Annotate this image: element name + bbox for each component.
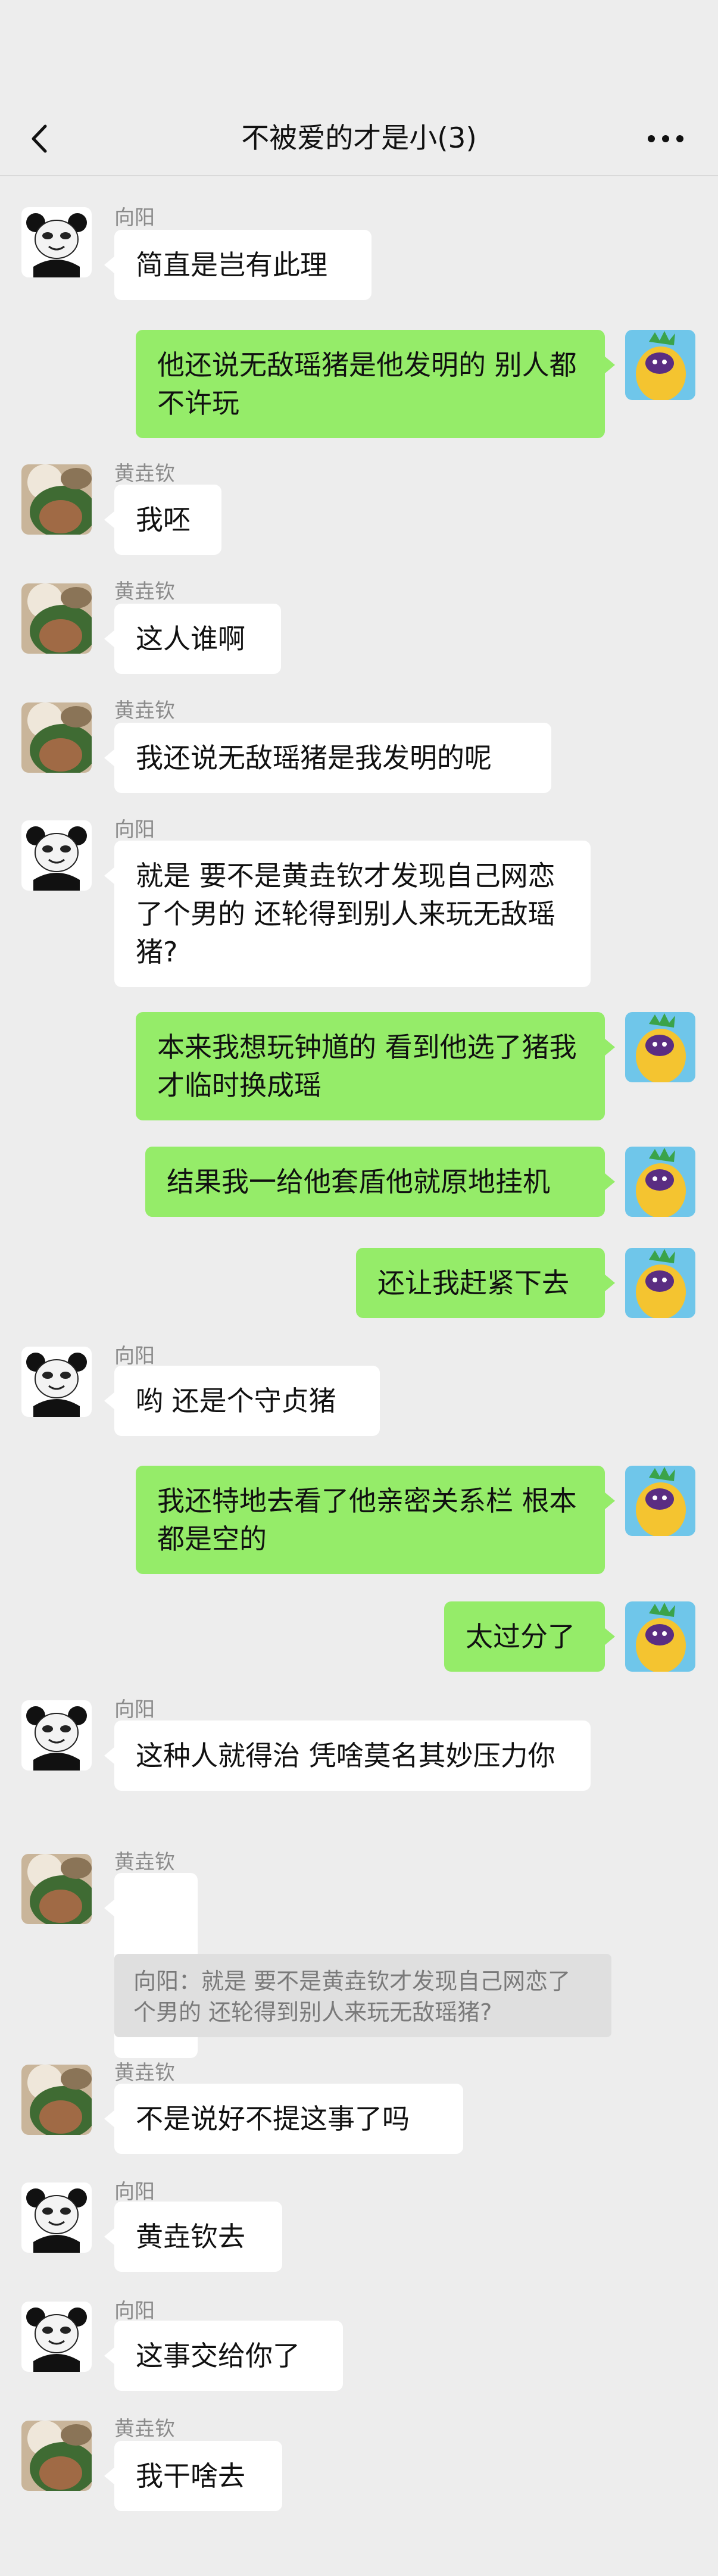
message-bubble[interactable]: 太过分了 <box>444 1601 615 1672</box>
message-bubble[interactable]: 还让我赶紧下去 <box>356 1248 615 1318</box>
avatar-self[interactable] <box>625 1601 695 1672</box>
message-bubble[interactable]: 我呸 <box>104 485 221 555</box>
avatar-huang[interactable] <box>21 2065 92 2135</box>
avatar-xiangyang[interactable] <box>21 820 92 891</box>
chat-title: 不被爱的才是小(3) <box>241 122 477 155</box>
message-bubble[interactable]: 结果我一给他套盾他就原地挂机 <box>145 1147 615 1217</box>
message-bubble[interactable]: 就是 要不是黄垚钦才发现自己网恋了个男的 还轮得到别人来玩无敌瑶猪? <box>104 841 591 987</box>
message-bubble[interactable]: 这事交给你了 <box>104 2321 343 2391</box>
sender-name: 向阳 <box>114 1344 155 1368</box>
sender-name: 向阳 <box>114 2180 155 2204</box>
avatar-self[interactable] <box>625 1248 695 1318</box>
sender-name: 黄垚钦 <box>114 580 175 604</box>
sender-name: 黄垚钦 <box>114 2061 175 2085</box>
message-bubble[interactable]: 黄垚钦去 <box>104 2202 282 2272</box>
sender-name: 向阳 <box>114 1698 155 1722</box>
message-bubble[interactable]: 我干啥去 <box>104 2441 282 2511</box>
more-button[interactable] <box>642 118 689 160</box>
sender-name: 黄垚钦 <box>114 699 175 723</box>
sender-name: 黄垚钦 <box>114 1850 175 1874</box>
message-bubble[interactable]: 这种人就得治 凭啥莫名其妙压力你 <box>104 1721 591 1791</box>
avatar-huang[interactable] <box>21 464 92 535</box>
message-bubble[interactable]: 不是说好不提这事了吗 <box>104 2084 463 2154</box>
ellipsis-icon <box>648 135 683 142</box>
message-bubble[interactable]: 本来我想玩钟馗的 看到他选了猪我才临时换成瑶 <box>136 1012 615 1120</box>
status-bar <box>0 0 718 105</box>
avatar-self[interactable] <box>625 1147 695 1217</box>
avatar-self[interactable] <box>625 1466 695 1536</box>
avatar-huang[interactable] <box>21 1854 92 1924</box>
quoted-message[interactable]: 向阳：就是 要不是黄垚钦才发现自己网恋了个男的 还轮得到别人来玩无敌瑶猪? <box>114 1954 611 2037</box>
avatar-xiangyang[interactable] <box>21 1347 92 1417</box>
message-bubble[interactable]: 他还说无敌瑶猪是他发明的 别人都不许玩 <box>136 330 615 438</box>
message-bubble[interactable]: 哟 还是个守贞猪 <box>104 1366 380 1436</box>
chat-header: 不被爱的才是小(3) <box>0 105 718 176</box>
sender-name: 向阳 <box>114 818 155 842</box>
avatar-xiangyang[interactable] <box>21 2302 92 2372</box>
avatar-xiangyang[interactable] <box>21 207 92 277</box>
sender-name: 向阳 <box>114 206 155 230</box>
sender-name: 黄垚钦 <box>114 462 175 486</box>
message-bubble[interactable]: 我还说无敌瑶猪是我发明的呢 <box>104 723 551 793</box>
avatar-xiangyang[interactable] <box>21 1700 92 1771</box>
message-bubble[interactable]: 简直是岂有此理 <box>104 230 372 300</box>
avatar-self[interactable] <box>625 1012 695 1082</box>
message-bubble[interactable]: 这人谁啊 <box>104 604 281 674</box>
message-bubble[interactable]: 我还特地去看了他亲密关系栏 根本都是空的 <box>136 1466 615 1574</box>
avatar-huang[interactable] <box>21 583 92 654</box>
avatar-huang[interactable] <box>21 702 92 773</box>
sender-name: 黄垚钦 <box>114 2417 175 2441</box>
avatar-self[interactable] <box>625 330 695 400</box>
avatar-huang[interactable] <box>21 2421 92 2491</box>
avatar-xiangyang[interactable] <box>21 2182 92 2253</box>
sender-name: 向阳 <box>114 2299 155 2323</box>
